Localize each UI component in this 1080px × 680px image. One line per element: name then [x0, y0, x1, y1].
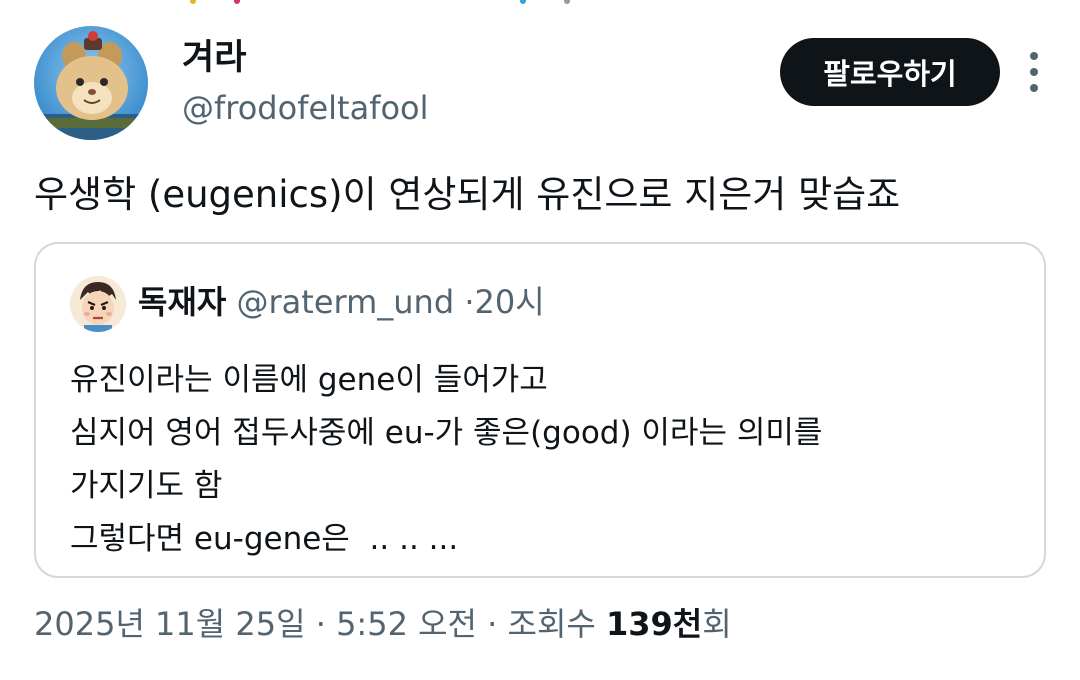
views-count: 139천 [606, 605, 703, 643]
tweet-date[interactable]: 2025년 11월 25일 [34, 605, 306, 643]
author-handle[interactable]: @frodofeltafool [182, 86, 429, 130]
quoted-tweet-time[interactable]: 20시 [474, 283, 544, 321]
meta-separator: · [315, 605, 326, 643]
quoted-text-line: 그렇다면 eu-gene은 .. .. ... [70, 521, 459, 557]
quoted-text-line: 유진이라는 이름에 gene이 들어가고 [70, 362, 548, 398]
meta-separator: · [464, 283, 475, 321]
quoted-text-line: 가지기도 함 [70, 468, 223, 504]
author-display-name[interactable]: 겨라 [182, 36, 429, 80]
quoted-author-avatar [70, 276, 126, 332]
cartoon-boy-avatar-image [70, 276, 126, 332]
previous-content-remnant [190, 0, 590, 4]
quoted-tweet-card[interactable]: 독재자 @raterm_und ·20시 유진이라는 이름에 gene이 들어가… [34, 242, 1046, 578]
quoted-tweet-meta: 독재자 @raterm_und ·20시 [138, 280, 545, 324]
tweet-time[interactable]: 5:52 오전 [336, 605, 477, 643]
tweet-text: 우생학 (eugenics)이 연상되게 유진으로 지은거 맞습죠 [34, 173, 901, 216]
follow-button[interactable]: 팔로우하기 [780, 38, 1000, 106]
views-label: 조회수 [507, 605, 596, 643]
tweet-header: 겨라 @frodofeltafool 팔로우하기 [34, 26, 1040, 142]
author-names: 겨라 @frodofeltafool [182, 36, 429, 130]
author-avatar[interactable] [34, 26, 148, 140]
quoted-author-handle[interactable]: @raterm_und [237, 283, 455, 321]
quoted-tweet-text: 유진이라는 이름에 gene이 들어가고 심지어 영어 접두사중에 eu-가 좋… [70, 354, 822, 566]
quoted-text-line: 심지어 영어 접두사중에 eu-가 좋은(good) 이라는 의미를 [70, 415, 823, 451]
meta-separator: · [487, 605, 498, 643]
more-dots-vertical-icon[interactable] [1026, 52, 1042, 92]
tweet-footer-meta: 2025년 11월 25일 · 5:52 오전 · 조회수 139천회 [34, 600, 732, 648]
views-suffix: 회 [702, 605, 732, 643]
cat-character-avatar-image [34, 31, 148, 140]
quoted-author-display-name[interactable]: 독재자 [138, 283, 226, 321]
